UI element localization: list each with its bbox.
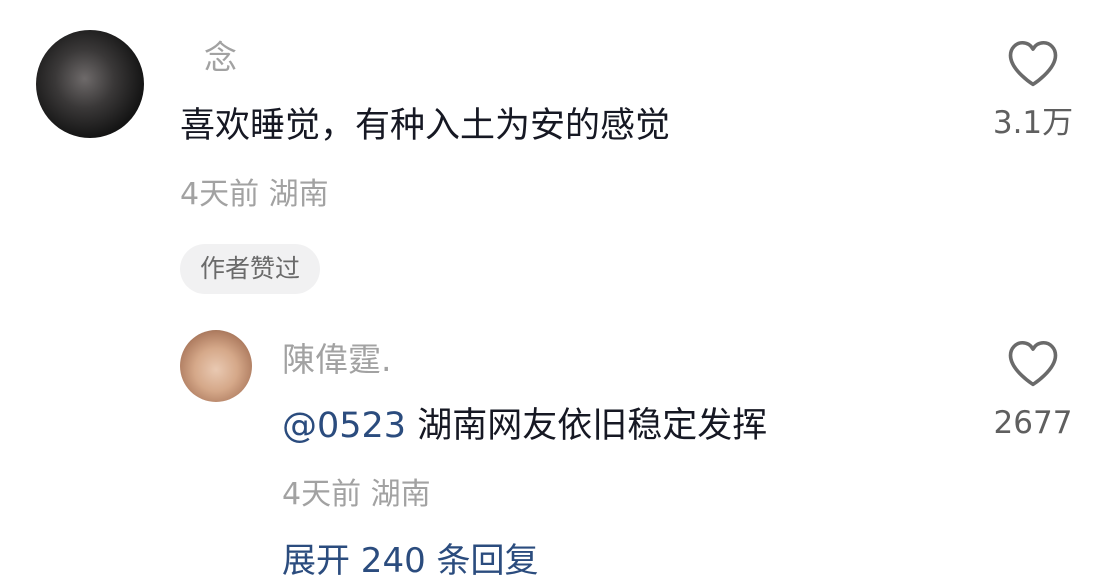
commenter-avatar[interactable] — [36, 30, 144, 138]
reply-like-count: 2677 — [993, 405, 1073, 441]
comment-text[interactable]: 喜欢睡觉，有种入土为安的感觉 — [180, 104, 670, 148]
comment-meta: 4天前 湖南 — [180, 177, 329, 212]
reply-mention[interactable]: @0523 — [282, 406, 406, 446]
reply-like-heart-icon[interactable] — [1006, 338, 1060, 388]
replier-avatar[interactable] — [180, 330, 252, 402]
reply-text[interactable]: @0523 湖南网友依旧稳定发挥 — [282, 404, 767, 448]
reply-meta: 4天前 湖南 — [282, 477, 431, 512]
expand-replies-link[interactable]: 展开 240 条回复 — [282, 540, 539, 582]
comment-like-count: 3.1万 — [992, 105, 1074, 141]
reply-text-body: 湖南网友依旧稳定发挥 — [406, 406, 768, 446]
like-heart-icon[interactable] — [1006, 38, 1060, 88]
commenter-username[interactable]: 念 — [204, 38, 237, 78]
author-liked-badge: 作者赞过 — [180, 244, 321, 294]
replier-username[interactable]: 陳偉霆. — [282, 340, 392, 380]
